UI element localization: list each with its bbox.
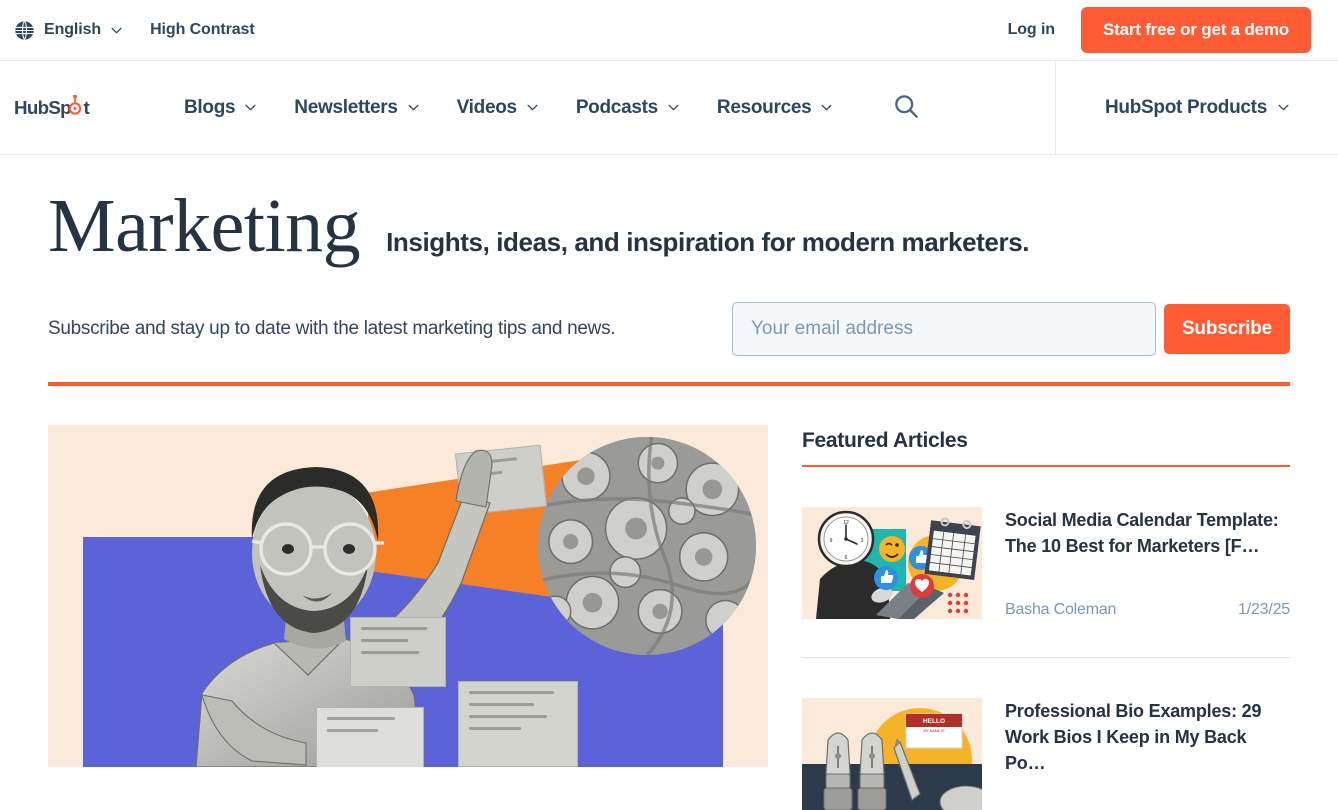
utility-bar: English High Contrast Log in Start free … <box>0 0 1338 60</box>
svg-text:6: 6 <box>845 555 848 561</box>
search-button[interactable] <box>887 87 926 129</box>
start-free-demo-button[interactable]: Start free or get a demo <box>1080 7 1311 53</box>
nav-item-newsletters[interactable]: Newsletters <box>275 97 437 119</box>
nav-left-group: HubSp t Blogs Newsletters Videos Podcast… <box>0 61 1055 154</box>
search-icon <box>893 93 920 123</box>
article-body: Professional Bio Examples: 29 Work Bios … <box>1005 698 1290 810</box>
content-area: Featured Articles 12 3 6 9 Social Media … <box>24 425 1314 810</box>
nav-item-videos[interactable]: Videos <box>438 97 557 119</box>
subscribe-button[interactable]: Subscribe <box>1164 304 1290 354</box>
nav-item-blogs[interactable]: Blogs <box>165 97 275 119</box>
featured-article-item[interactable]: HELLO MY NAME IS Professional Bio Exampl… <box>802 658 1290 810</box>
hubspot-logo[interactable]: HubSp t <box>14 94 106 121</box>
subscribe-form: Subscribe <box>732 302 1290 356</box>
chevron-down-icon <box>244 104 256 111</box>
utility-bar-right: Log in Start free or get a demo <box>1008 7 1311 53</box>
hubspot-products-label: HubSpot Products <box>1105 96 1267 118</box>
article-title: Professional Bio Examples: 29 Work Bios … <box>1005 701 1262 774</box>
hubspot-products-menu[interactable]: HubSpot Products <box>1105 97 1289 119</box>
nav-item-label: Resources <box>716 96 812 118</box>
svg-text:3: 3 <box>861 538 864 544</box>
language-label: English <box>44 21 102 38</box>
svg-text:9: 9 <box>830 538 833 544</box>
article-title: Social Media Calendar Template: The 10 B… <box>1005 510 1279 557</box>
article-thumbnail: 12 3 6 9 <box>802 507 982 619</box>
article-meta: Basha Coleman 1/23/25 <box>1005 583 1290 619</box>
nav-item-resources[interactable]: Resources <box>698 97 851 119</box>
collage-gears-circle <box>538 437 756 655</box>
chevron-down-icon <box>820 104 832 111</box>
svg-text:HELLO: HELLO <box>923 718 945 725</box>
subscribe-row: Subscribe and stay up to date with the l… <box>48 264 1290 356</box>
article-thumbnail: HELLO MY NAME IS <box>802 698 982 810</box>
svg-text:t: t <box>83 97 90 118</box>
nav-item-label: Newsletters <box>294 96 398 118</box>
featured-articles-heading: Featured Articles <box>802 429 968 452</box>
article-author: Basha Coleman <box>1005 601 1117 618</box>
chevron-down-icon <box>667 104 679 111</box>
svg-text:MY NAME IS: MY NAME IS <box>923 729 945 733</box>
nav-item-label: Podcasts <box>575 96 658 118</box>
nav-items: Blogs Newsletters Videos Podcasts Resour… <box>165 87 926 129</box>
page-title: Marketing <box>48 184 361 268</box>
email-input[interactable] <box>732 302 1156 356</box>
nav-right-group: HubSpot Products <box>1055 61 1338 154</box>
article-meta <box>1005 792 1290 810</box>
featured-article-item[interactable]: 12 3 6 9 Social Media Calendar Template: … <box>802 467 1290 619</box>
svg-text:HubSp: HubSp <box>14 97 71 118</box>
hero-divider <box>48 382 1290 386</box>
hero-title-row: Marketing Insights, ideas, and inspirati… <box>48 155 1290 264</box>
article-date: 1/23/25 <box>1238 601 1290 618</box>
nav-item-podcasts[interactable]: Podcasts <box>557 97 698 119</box>
utility-bar-left: English High Contrast <box>14 20 255 41</box>
featured-articles-sidebar: Featured Articles 12 3 6 9 Social Media … <box>802 425 1290 810</box>
globe-icon <box>14 20 35 41</box>
chevron-down-icon <box>407 104 419 111</box>
chevron-down-icon <box>526 104 538 111</box>
collage-note-card <box>316 707 424 767</box>
high-contrast-toggle[interactable]: High Contrast <box>150 21 255 39</box>
hero-section: Marketing Insights, ideas, and inspirati… <box>24 155 1314 386</box>
chevron-down-icon <box>110 27 122 34</box>
chevron-down-icon <box>1277 104 1289 111</box>
login-link[interactable]: Log in <box>1008 21 1055 39</box>
subscribe-copy: Subscribe and stay up to date with the l… <box>48 318 616 339</box>
featured-hero-image[interactable] <box>48 425 768 767</box>
hero-tagline: Insights, ideas, and inspiration for mod… <box>386 227 1030 257</box>
nav-item-label: Blogs <box>184 96 236 118</box>
nav-item-label: Videos <box>456 96 517 118</box>
article-body: Social Media Calendar Template: The 10 B… <box>1005 507 1290 619</box>
language-selector[interactable]: English <box>14 20 122 41</box>
svg-text:12: 12 <box>843 520 849 526</box>
collage-note-card <box>458 681 578 767</box>
main-navigation: HubSp t Blogs Newsletters Videos Podcast… <box>0 60 1338 155</box>
collage-note-card <box>350 617 446 687</box>
